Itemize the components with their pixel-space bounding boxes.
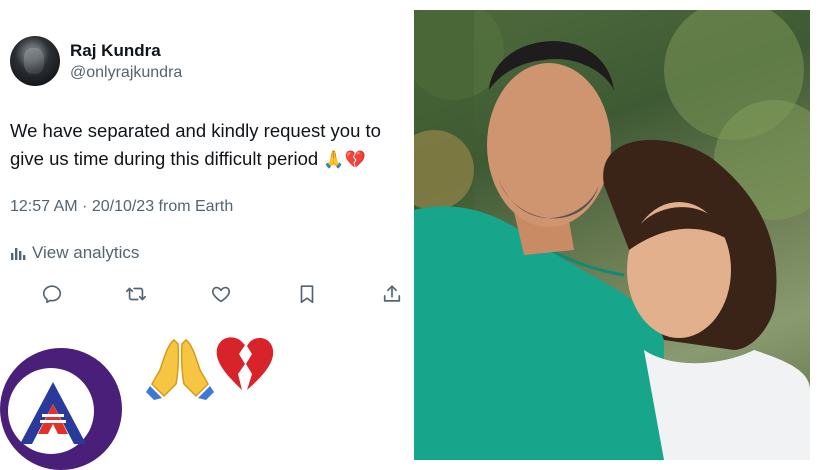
author-handle[interactable]: @onlyrajkundra [70,64,182,82]
reply-button[interactable] [41,283,65,307]
reply-icon [42,285,62,304]
broken-heart-emoji [216,337,274,390]
share-icon [383,285,401,302]
avatar[interactable] [10,36,60,86]
pray-emoji [146,339,214,400]
author-name[interactable]: Raj Kundra [70,41,161,61]
tweet-text: We have separated and kindly request you… [10,117,410,174]
logo-mark [20,382,86,444]
like-icon [211,286,231,303]
avatar-image [24,48,44,74]
view-analytics-label: View analytics [32,243,140,262]
like-button[interactable] [210,283,234,307]
bookmark-button[interactable] [296,283,320,307]
retweet-button[interactable] [125,283,149,307]
share-button[interactable] [381,283,405,307]
tweet-card: Raj Kundra @onlyrajkundra We have separa… [0,0,410,470]
couple-photo-illustration [414,10,810,460]
tweet-timestamp[interactable]: 12:57 AM · 20/10/23 from Earth [10,198,233,216]
tweet-text-emojis: 🙏💔 [323,150,366,170]
view-analytics-link[interactable]: View analytics [10,243,139,263]
tweet-actions [0,283,410,307]
couple-photo [414,10,810,460]
analytics-icon [11,248,26,260]
retweet-icon [126,287,146,301]
channel-logo [0,348,122,470]
bookmark-icon [300,285,314,304]
